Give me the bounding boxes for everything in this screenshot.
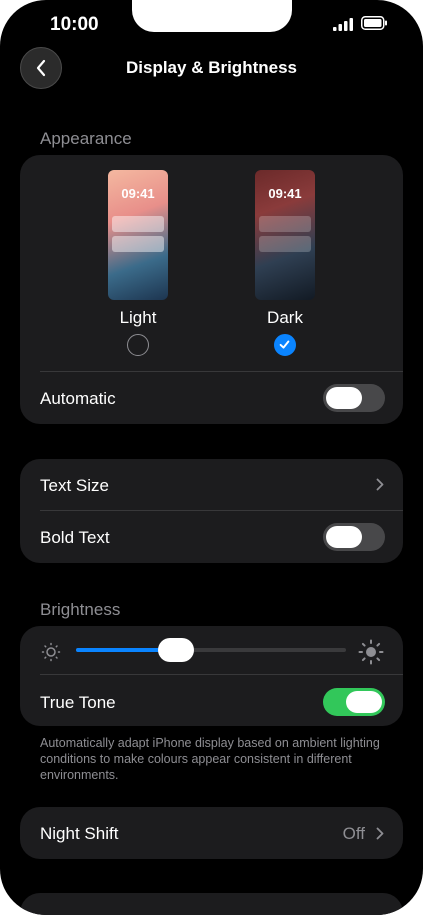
preview-widget — [259, 216, 311, 232]
battery-icon — [361, 16, 387, 30]
signal-icon — [333, 18, 353, 31]
automatic-label: Automatic — [40, 389, 116, 408]
light-label: Light — [119, 308, 157, 327]
true-tone-label: True Tone — [40, 693, 116, 712]
brightness-header: Brightness — [40, 600, 121, 619]
night-shift-row[interactable]: Night Shift Off — [20, 807, 403, 859]
appearance-header: Appearance — [40, 129, 132, 148]
divider — [40, 674, 403, 675]
notch — [132, 0, 292, 32]
light-radio[interactable] — [127, 334, 149, 356]
text-size-row[interactable]: Text Size — [20, 459, 403, 510]
page-title: Display & Brightness — [126, 58, 297, 77]
brightness-card: True Tone — [20, 626, 403, 726]
preview-widget — [112, 216, 164, 232]
preview-widget — [112, 236, 164, 252]
true-tone-footnote: Automatically adapt iPhone display based… — [40, 736, 380, 782]
next-settings-card[interactable] — [20, 893, 403, 915]
night-shift-value: Off — [342, 824, 365, 843]
light-mode-preview[interactable]: 09:41 — [108, 170, 168, 300]
phone-screen: 10:00 Display & Brightness Appearance 09… — [0, 0, 423, 915]
dark-radio[interactable] — [274, 334, 296, 356]
appearance-card: 09:41 09:41 Light Dark Automatic — [20, 155, 403, 424]
divider — [40, 510, 403, 511]
brightness-low-icon — [41, 642, 61, 662]
bold-text-toggle[interactable] — [323, 523, 385, 551]
chevron-right-icon — [376, 827, 384, 840]
chevron-right-icon — [376, 478, 384, 491]
text-settings-card: Text Size Bold Text — [20, 459, 403, 563]
automatic-toggle[interactable] — [323, 384, 385, 412]
dark-label: Dark — [267, 308, 303, 327]
status-time: 10:00 — [50, 14, 99, 35]
divider — [40, 371, 403, 372]
checkmark-icon — [279, 340, 290, 349]
preview-time: 09:41 — [121, 186, 155, 201]
brightness-slider[interactable] — [76, 638, 346, 662]
bold-text-label: Bold Text — [40, 528, 110, 547]
night-shift-label: Night Shift — [40, 824, 119, 843]
text-size-label: Text Size — [40, 476, 109, 495]
true-tone-toggle[interactable] — [323, 688, 385, 716]
preview-widget — [259, 236, 311, 252]
dark-mode-preview[interactable]: 09:41 — [255, 170, 315, 300]
brightness-high-icon — [358, 639, 384, 665]
brightness-slider-thumb[interactable] — [158, 638, 194, 662]
preview-time: 09:41 — [268, 186, 302, 201]
